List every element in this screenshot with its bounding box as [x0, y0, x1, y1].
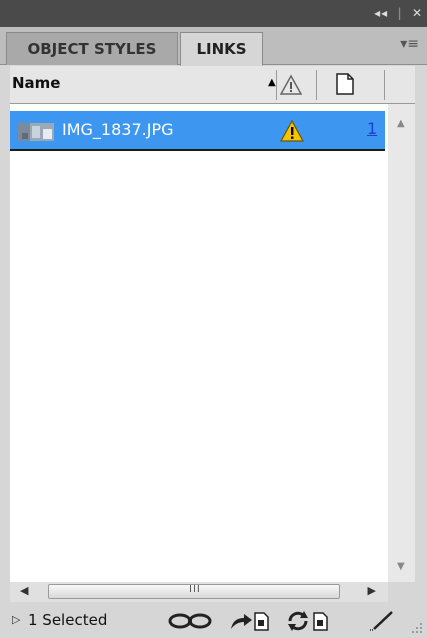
- panel-menu-icon[interactable]: ▾≡: [400, 36, 419, 52]
- status-column-warning-icon[interactable]: [280, 74, 302, 96]
- tab-object-styles[interactable]: OBJECT STYLES: [6, 32, 178, 65]
- go-to-link-icon[interactable]: [228, 610, 270, 632]
- horizontal-scroll-thumb[interactable]: III: [48, 584, 340, 599]
- update-link-icon[interactable]: [286, 610, 330, 632]
- scroll-down-icon[interactable]: ▼: [397, 561, 405, 572]
- separator: |: [397, 6, 403, 20]
- scroll-up-icon[interactable]: ▲: [397, 118, 405, 129]
- page-link[interactable]: 1: [367, 119, 377, 138]
- warning-icon[interactable]: [280, 120, 304, 142]
- resize-grip-icon[interactable]: [411, 622, 423, 634]
- collapse-icon[interactable]: ◂◂: [374, 6, 388, 20]
- scroll-left-icon[interactable]: ◀: [20, 584, 28, 597]
- selection-status: 1 Selected: [28, 611, 108, 629]
- column-divider[interactable]: [276, 70, 277, 100]
- column-header: Name ▲: [10, 66, 415, 104]
- column-divider[interactable]: [316, 70, 317, 100]
- image-thumbnail-icon: [18, 123, 54, 141]
- links-list: IMG_1837.JPG 1: [10, 104, 388, 582]
- panel-titlebar: ◂◂ | ✕: [0, 0, 427, 27]
- page-column-icon[interactable]: [335, 72, 355, 96]
- horizontal-scrollbar[interactable]: ◀ III ▶: [10, 582, 388, 602]
- links-panel: ◂◂ | ✕ OBJECT STYLES LINKS ▾≡ Name ▲ IMG…: [0, 0, 427, 638]
- relink-icon[interactable]: [168, 610, 214, 632]
- column-name-header[interactable]: Name: [12, 74, 60, 92]
- expand-info-icon[interactable]: ▷: [12, 613, 20, 626]
- scroll-grip: III: [189, 584, 201, 595]
- vertical-scrollbar[interactable]: ▲ ▼: [388, 104, 415, 582]
- link-filename: IMG_1837.JPG: [62, 120, 174, 139]
- scroll-right-icon[interactable]: ▶: [368, 584, 376, 597]
- sort-ascending-icon[interactable]: ▲: [268, 77, 276, 88]
- close-icon[interactable]: ✕: [412, 6, 423, 20]
- tab-bar: OBJECT STYLES LINKS ▾≡: [0, 27, 427, 66]
- column-divider[interactable]: [384, 70, 385, 100]
- edit-original-icon[interactable]: [368, 610, 396, 632]
- tab-links[interactable]: LINKS: [180, 32, 263, 66]
- panel-footer: ▷ 1 Selected: [0, 604, 427, 638]
- list-item[interactable]: IMG_1837.JPG 1: [10, 111, 385, 151]
